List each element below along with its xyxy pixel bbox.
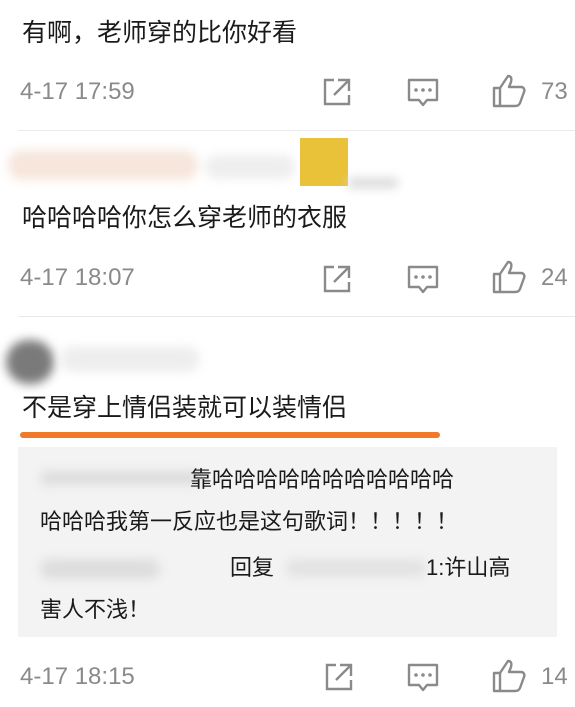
thumbs-up-icon[interactable] <box>490 258 528 296</box>
badge-image <box>300 138 348 186</box>
comment-timestamp: 4-17 17:59 <box>20 78 135 105</box>
thumbs-up-icon[interactable] <box>490 657 528 695</box>
reply-text: 害人不浅！ <box>40 597 151 622</box>
reply-text: 哈哈哈我第一反应也是这句歌词！！！！！ <box>40 509 459 534</box>
comment-icon[interactable] <box>405 661 441 695</box>
comment-text: 哈哈哈哈你怎么穿老师的衣服 <box>22 204 348 232</box>
blurred-username <box>40 559 160 579</box>
share-icon[interactable] <box>322 660 356 694</box>
share-icon[interactable] <box>320 262 354 296</box>
reply-text: 靠哈哈哈哈哈哈哈哈哈哈哈 <box>190 467 455 492</box>
avatar[interactable] <box>6 340 54 384</box>
reply-text: 1:许山高 <box>426 555 511 580</box>
blurred-username <box>40 471 200 485</box>
divider <box>18 316 575 317</box>
share-icon[interactable] <box>320 75 354 109</box>
comment-icon[interactable] <box>405 76 441 110</box>
comment-icon[interactable] <box>405 263 441 297</box>
like-count: 14 <box>541 663 568 690</box>
blurred-username <box>60 346 200 372</box>
blurred-username <box>205 155 295 179</box>
reply-panel[interactable]: 靠哈哈哈哈哈哈哈哈哈哈哈 哈哈哈我第一反应也是这句歌词！！！！！ 回复 1:许山… <box>18 447 557 637</box>
blurred-username <box>286 559 426 577</box>
comment-text: 不是穿上情侣装就可以装情侣 <box>22 394 348 422</box>
comment-text: 有啊，老师穿的比你好看 <box>22 19 298 47</box>
comment-timestamp: 4-17 18:15 <box>20 663 135 690</box>
blurred-username <box>348 178 398 188</box>
reply-prefix: 回复 <box>230 555 275 580</box>
divider <box>18 130 575 131</box>
highlight-underline <box>20 432 440 438</box>
like-count: 73 <box>541 78 568 105</box>
blurred-username <box>8 150 198 180</box>
like-count: 24 <box>541 264 568 291</box>
comment-timestamp: 4-17 18:07 <box>20 264 135 291</box>
thumbs-up-icon[interactable] <box>490 72 528 110</box>
